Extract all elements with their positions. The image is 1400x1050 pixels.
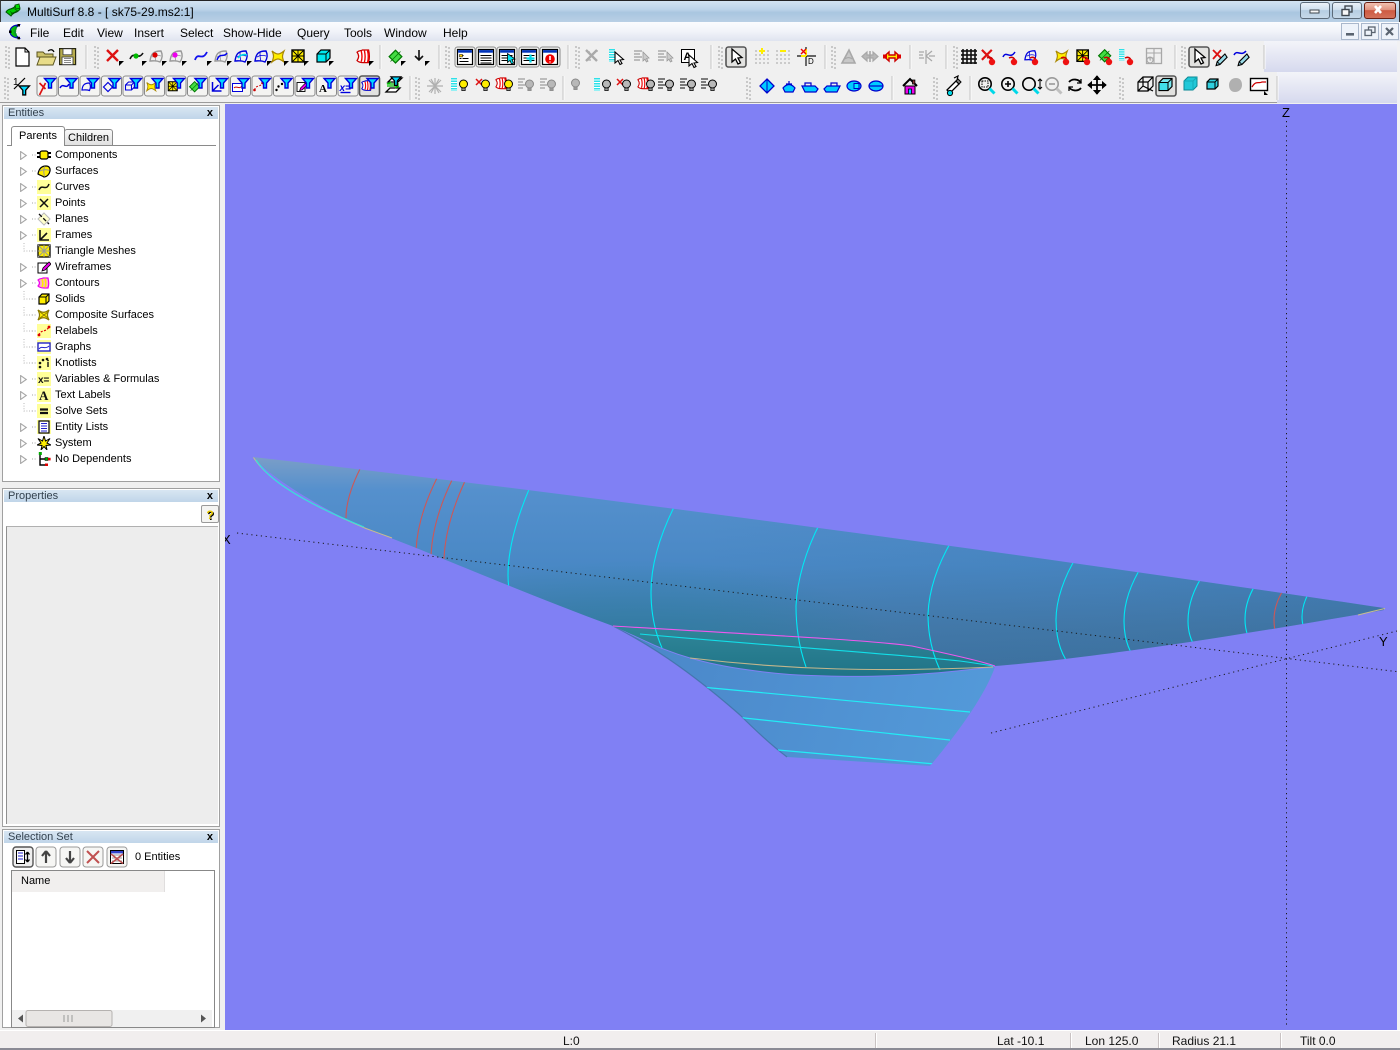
svg-text:A: A <box>319 83 327 95</box>
svg-text:Z: Z <box>1282 105 1290 120</box>
svg-text:X: X <box>225 532 231 547</box>
svg-text:Y: Y <box>1379 634 1388 649</box>
svg-text:D: D <box>808 57 814 66</box>
